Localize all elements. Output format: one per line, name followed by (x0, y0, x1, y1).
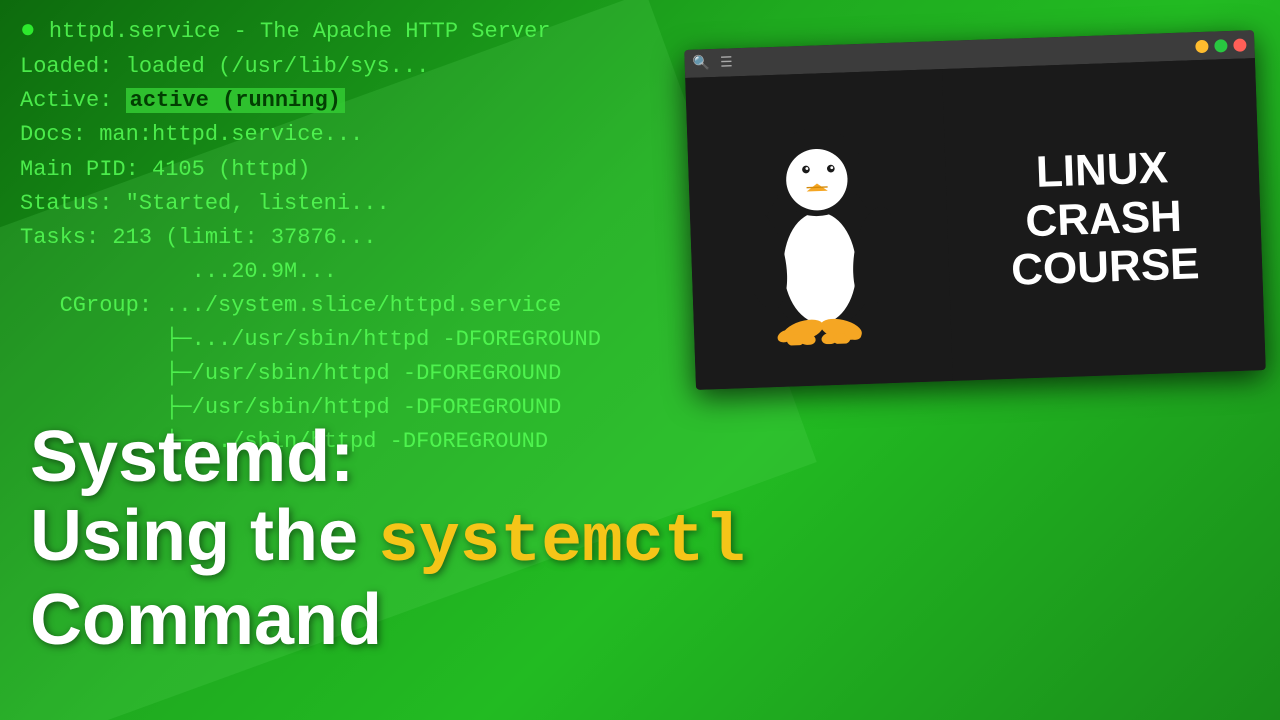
window-content: LINUX CRASH COURSE (685, 58, 1266, 390)
tux-container (685, 69, 952, 390)
overlay-line-3: Command (30, 581, 745, 660)
overlay-line-2: Using the systemctl (30, 497, 745, 581)
green-dot: ● (20, 15, 36, 45)
terminal-pid-value: 4105 (httpd) (152, 157, 310, 182)
terminal-status-label: Status: (20, 191, 126, 216)
maximize-button[interactable] (1214, 39, 1227, 52)
overlay-systemctl-word: systemctl (378, 504, 745, 581)
terminal-service-name: httpd.service - The Apache HTTP Server (49, 19, 551, 44)
course-title-line3: COURSE (1010, 240, 1200, 295)
terminal-active-label: Active: (20, 88, 126, 113)
terminal-tasks-label: Tasks: (20, 225, 112, 250)
tux-penguin (715, 111, 923, 348)
terminal-tasks-value: 213 (limit: 37876... (112, 225, 376, 250)
terminal-loaded-label: Loaded: (20, 54, 126, 79)
terminal-docs-value: man:httpd.service... (99, 122, 363, 147)
terminal-docs-label: Docs: (20, 122, 99, 147)
course-title-line1: LINUX (1007, 144, 1197, 199)
search-icon[interactable]: 🔍 (692, 55, 710, 73)
course-title-container: LINUX CRASH COURSE (942, 58, 1266, 381)
terminal-active-value: active (running) (126, 88, 345, 113)
close-button[interactable] (1233, 38, 1246, 51)
overlay-line-1: Systemd: (30, 418, 745, 497)
course-title-line2: CRASH (1009, 192, 1199, 247)
course-title: LINUX CRASH COURSE (1007, 144, 1200, 296)
window-panel: 🔍 ☰ (684, 30, 1266, 390)
overlay-line-2-prefix: Using the (30, 496, 378, 576)
window-left-actions: 🔍 ☰ (692, 54, 733, 72)
overlay-text-container: Systemd: Using the systemctl Command (30, 418, 745, 660)
minimize-button[interactable] (1195, 39, 1208, 52)
terminal-status-value: "Started, listeni... (126, 191, 390, 216)
terminal-pid-label: Main PID: (20, 157, 152, 182)
menu-icon[interactable]: ☰ (720, 54, 733, 71)
terminal-loaded-value: loaded (/usr/lib/sys... (126, 54, 430, 79)
window-controls (1195, 38, 1246, 53)
